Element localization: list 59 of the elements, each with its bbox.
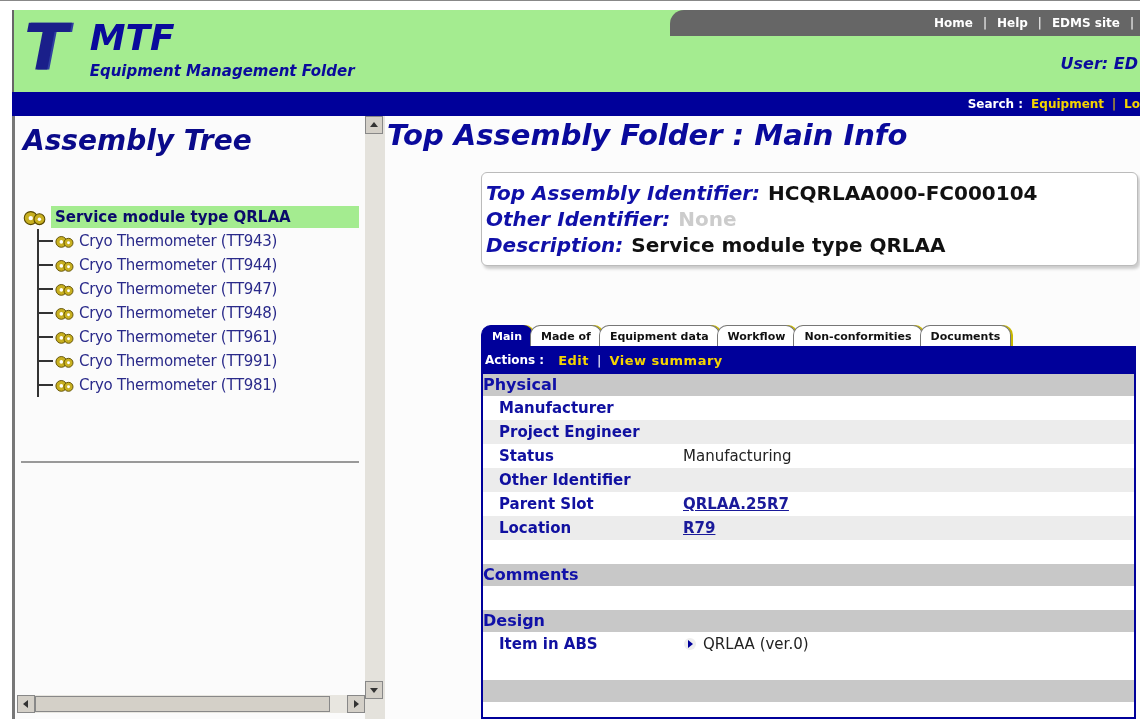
summary-value: Service module type QRLAA <box>631 233 946 257</box>
scroll-right-icon <box>352 700 360 708</box>
search-label: Search : <box>967 97 1024 111</box>
section-header: Design <box>483 610 1134 632</box>
tree-item[interactable]: Cryo Thermometer (TT943) <box>79 232 278 250</box>
tree-item[interactable]: Cryo Thermometer (TT944) <box>79 256 278 274</box>
summary-value: HCQRLAA000-FC000104 <box>768 181 1038 205</box>
tab[interactable]: Equipment data <box>598 325 720 346</box>
row-link[interactable]: R79 <box>683 519 716 537</box>
row-link[interactable]: QRLAA.25R7 <box>683 495 789 513</box>
summary-label: Top Assembly Identifier: <box>486 181 761 205</box>
row-value: QRLAA (ver.0) <box>703 635 809 653</box>
tree-root-item[interactable]: Service module type QRLAA <box>51 206 359 228</box>
tree-item[interactable]: Cryo Thermometer (TT961) <box>79 328 278 346</box>
top-link[interactable]: Home <box>933 16 973 30</box>
logo-letter: T <box>20 12 78 86</box>
summary-label: Description: <box>486 233 624 257</box>
app-title: MTF <box>89 20 176 56</box>
separator: | <box>982 16 987 30</box>
search-link[interactable]: Lo <box>1124 97 1140 111</box>
tree-item[interactable]: Cryo Thermometer (TT947) <box>79 280 278 298</box>
user-label: User: ED <box>1060 54 1138 73</box>
row-label: Manufacturer <box>499 399 615 417</box>
page-title: Top Assembly Folder : Main Info <box>386 117 909 152</box>
scroll-up-icon <box>370 121 378 129</box>
separator: | <box>597 352 602 368</box>
app-subtitle: Equipment Management Folder <box>89 64 355 79</box>
separator: | <box>1112 97 1117 111</box>
row-value: Manufacturing <box>683 447 792 465</box>
row-label: Parent Slot <box>499 495 595 513</box>
summary-label: Other Identifier: <box>486 207 671 231</box>
tree-item[interactable]: Cryo Thermometer (TT948) <box>79 304 278 322</box>
action-link[interactable]: Edit <box>558 352 589 368</box>
separator: | <box>1037 16 1042 30</box>
tree-item[interactable]: Cryo Thermometer (TT991) <box>79 352 278 370</box>
tab[interactable]: Main <box>481 325 533 346</box>
vertical-scrollbar[interactable] <box>365 116 385 719</box>
row-label: Location <box>499 519 573 537</box>
tree-title: Assembly Tree <box>20 123 253 157</box>
tab[interactable]: Documents <box>919 325 1012 346</box>
section-header: Comments <box>483 564 1134 586</box>
actions-label: Actions : <box>485 353 545 367</box>
tree-item[interactable]: Cryo Thermometer (TT981) <box>79 376 278 394</box>
section-header: Physical <box>483 374 1134 396</box>
top-link[interactable]: EDMS site <box>1051 16 1120 30</box>
horizontal-scrollbar[interactable] <box>17 695 365 713</box>
row-label: Item in ABS <box>499 635 599 653</box>
row-label: Project Engineer <box>499 423 641 441</box>
separator: | <box>1129 16 1134 30</box>
scroll-left-icon <box>22 700 30 708</box>
row-label: Status <box>499 447 555 465</box>
search-link[interactable]: Equipment <box>1031 97 1105 111</box>
action-link[interactable]: View summary <box>609 352 723 368</box>
tab[interactable]: Workflow <box>716 325 797 346</box>
row-label: Other Identifier <box>499 471 632 489</box>
top-link[interactable]: Help <box>996 16 1028 30</box>
tab[interactable]: Non-conformities <box>793 325 923 346</box>
tab[interactable]: Made of <box>530 325 602 346</box>
scroll-down-icon <box>370 686 378 694</box>
